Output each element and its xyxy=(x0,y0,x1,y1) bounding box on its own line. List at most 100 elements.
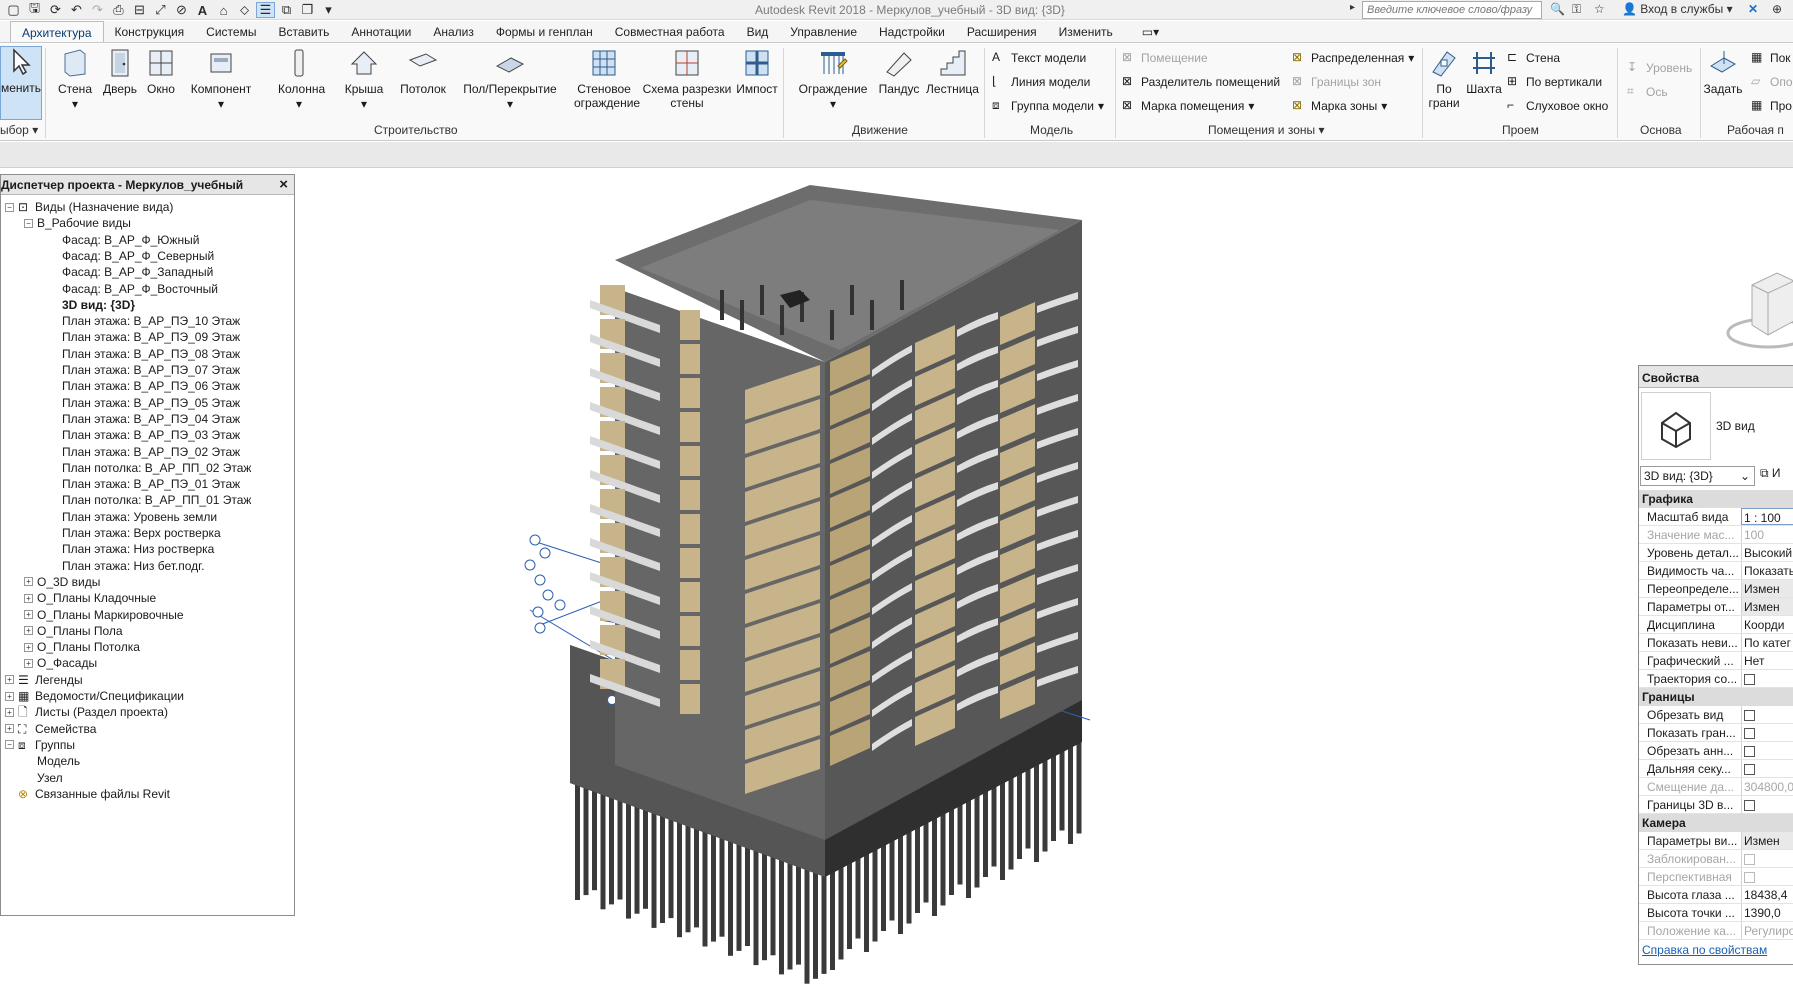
tree-item[interactable]: План этажа: В_АР_ПЭ_01 Этаж xyxy=(62,476,240,492)
tree-item[interactable]: План этажа: Низ бет.подг. xyxy=(62,558,204,574)
model-line-button[interactable]: ⌊ Линия модели xyxy=(992,74,1090,89)
ceiling-button[interactable]: Потолок xyxy=(398,48,448,97)
3d-viewport[interactable] xyxy=(298,168,1793,985)
tab-collaborate[interactable]: Совместная работа xyxy=(604,21,736,42)
tree-item[interactable]: План этажа: В_АР_ПЭ_05 Этаж xyxy=(62,395,240,411)
rooms-panel-label[interactable]: Помещения и зоны ▾ xyxy=(1208,123,1325,137)
property-value[interactable]: Высокий xyxy=(1741,544,1793,561)
favorites-icon[interactable]: ☆ xyxy=(1594,2,1605,16)
property-checkbox[interactable] xyxy=(1741,706,1793,723)
signin-button[interactable]: 👤 Вход в службы ▾ xyxy=(1622,2,1733,16)
property-value[interactable]: Нет xyxy=(1741,652,1793,669)
text-icon[interactable]: A xyxy=(193,2,212,18)
checkbox[interactable] xyxy=(1744,674,1755,685)
tab-annotate[interactable]: Аннотации xyxy=(340,21,422,42)
curtain-grid-button[interactable]: Схема разрезки стены xyxy=(642,48,732,110)
tree-item[interactable]: План этажа: Уровень земли xyxy=(62,509,217,525)
tab-view[interactable]: Вид xyxy=(736,21,780,42)
property-checkbox[interactable] xyxy=(1741,742,1793,759)
tree-item[interactable]: + О_Планы Пола xyxy=(24,623,123,639)
expand-icon[interactable]: + xyxy=(24,593,33,603)
tree-item[interactable]: Узел xyxy=(24,770,63,786)
show-workplane-button[interactable]: ▦ Пок xyxy=(1751,50,1791,65)
grid-button[interactable]: ⌗ Ось xyxy=(1627,84,1668,99)
tree-item[interactable]: + ☰ Легенды xyxy=(5,672,83,688)
tab-insert[interactable]: Вставить xyxy=(267,21,340,42)
checkbox[interactable] xyxy=(1744,764,1755,775)
modify-button[interactable]: менить xyxy=(0,46,42,120)
checkbox[interactable] xyxy=(1744,854,1755,865)
tab-analyze[interactable]: Анализ xyxy=(422,21,485,42)
open-icon[interactable]: ▢ xyxy=(4,2,23,18)
properties-help-link[interactable]: Справка по свойствам xyxy=(1642,943,1767,957)
expand-icon[interactable]: + xyxy=(5,691,14,701)
component-button[interactable]: Компонент ▾ xyxy=(188,48,254,112)
checkbox[interactable] xyxy=(1744,746,1755,757)
checkbox[interactable] xyxy=(1744,800,1755,811)
expand-icon[interactable]: + xyxy=(5,724,14,734)
tree-item[interactable]: + 🗋 Листы (Раздел проекта) xyxy=(5,704,168,720)
infocenter-search-icon[interactable]: 🔍 xyxy=(1550,2,1565,16)
redo-icon[interactable]: ↷ xyxy=(88,2,107,18)
tag-icon[interactable]: ⊘ xyxy=(172,2,191,18)
area-boundary-button[interactable]: ⊠ Границы зон xyxy=(1292,74,1381,89)
tree-item[interactable]: План этажа: В_АР_ПЭ_09 Этаж xyxy=(62,329,240,345)
instance-selector[interactable]: 3D вид: {3D} ⌄ xyxy=(1640,466,1755,486)
tab-manage[interactable]: Управление xyxy=(779,21,868,42)
wall-button[interactable]: Стена ▾ xyxy=(55,48,95,112)
dimension-icon[interactable]: ⤢ xyxy=(151,2,170,18)
expand-icon[interactable]: + xyxy=(24,642,33,652)
tree-item[interactable]: План этажа: В_АР_ПЭ_06 Этаж xyxy=(62,378,240,394)
tree-item[interactable]: + ⛶ Семейства xyxy=(5,721,96,737)
wall-opening-button[interactable]: ⊏ Стена xyxy=(1507,50,1560,65)
room-button[interactable]: ⊠ Помещение xyxy=(1122,50,1208,65)
help-icon[interactable]: ⊕ xyxy=(1772,2,1782,16)
property-section[interactable]: Графика xyxy=(1639,490,1793,508)
property-edit-button[interactable]: Измен xyxy=(1741,832,1793,849)
door-button[interactable]: Дверь xyxy=(102,48,138,97)
vertical-opening-button[interactable]: ⊞ По вертикали xyxy=(1507,74,1602,89)
mullion-button[interactable]: Импост xyxy=(735,48,779,97)
set-workplane-button[interactable]: Задать xyxy=(1703,48,1743,97)
property-section[interactable]: Границы xyxy=(1639,688,1793,706)
level-button[interactable]: ↧ Уровень xyxy=(1627,60,1692,75)
tree-item[interactable]: 3D вид: {3D} xyxy=(62,297,135,313)
print-icon[interactable]: ⎙ xyxy=(109,2,128,18)
floor-button[interactable]: Пол/Перекрытие ▾ xyxy=(460,48,560,112)
property-edit-button[interactable]: Измен xyxy=(1741,598,1793,615)
tab-systems[interactable]: Системы xyxy=(195,21,267,42)
collapse-icon[interactable]: − xyxy=(5,202,14,212)
close-hidden-icon[interactable]: ⧉ xyxy=(277,2,296,18)
tree-item[interactable]: + О_Планы Потолка xyxy=(24,639,140,655)
property-value[interactable]: Показать xyxy=(1741,562,1793,579)
tree-item[interactable]: План этажа: В_АР_ПЭ_10 Этаж xyxy=(62,313,240,329)
viewer-button[interactable]: ▦ Про xyxy=(1751,98,1792,113)
tree-item[interactable]: План этажа: В_АР_ПЭ_03 Этаж xyxy=(62,427,240,443)
checkbox[interactable] xyxy=(1744,710,1755,721)
roof-button[interactable]: Крыша ▾ xyxy=(343,48,385,112)
tree-item[interactable]: ⊗ Связанные файлы Revit xyxy=(5,786,170,802)
undo-icon[interactable]: ↶ xyxy=(67,2,86,18)
tab-extensions[interactable]: Расширения xyxy=(956,21,1048,42)
tree-item[interactable]: План этажа: Низ ростверка xyxy=(62,541,214,557)
model-group-button[interactable]: ⧈ Группа модели ▾ xyxy=(992,98,1104,113)
model-text-button[interactable]: A Текст модели xyxy=(992,50,1086,65)
stair-button[interactable]: Лестница xyxy=(925,48,980,97)
tab-addins[interactable]: Надстройки xyxy=(868,21,956,42)
tree-item[interactable]: План этажа: В_АР_ПЭ_07 Этаж xyxy=(62,362,240,378)
tree-item[interactable]: План потолка: В_АР_ПП_02 Этаж xyxy=(62,460,251,476)
switch-windows-icon[interactable]: ❐ xyxy=(298,2,317,18)
property-value[interactable]: 1 : 100 xyxy=(1741,508,1793,525)
tree-item[interactable]: План этажа: В_АР_ПЭ_08 Этаж xyxy=(62,346,240,362)
property-edit-button[interactable]: Измен xyxy=(1741,580,1793,597)
tree-item[interactable]: Фасад: В_АР_Ф_Западный xyxy=(62,264,213,280)
collapse-icon[interactable]: − xyxy=(5,740,14,750)
tree-item[interactable]: План этажа: В_АР_ПЭ_02 Этаж xyxy=(62,444,240,460)
expand-icon[interactable]: + xyxy=(24,658,33,668)
search-input[interactable]: Введите ключевое слово/фразу xyxy=(1362,1,1542,19)
exchange-icon[interactable]: ✕ xyxy=(1748,2,1758,16)
section-icon[interactable]: ⬦ xyxy=(235,2,254,18)
tab-architecture[interactable]: Архитектура xyxy=(10,21,104,42)
property-value[interactable]: 18438,4 xyxy=(1741,886,1793,903)
tree-item[interactable]: + О_3D виды xyxy=(24,574,100,590)
